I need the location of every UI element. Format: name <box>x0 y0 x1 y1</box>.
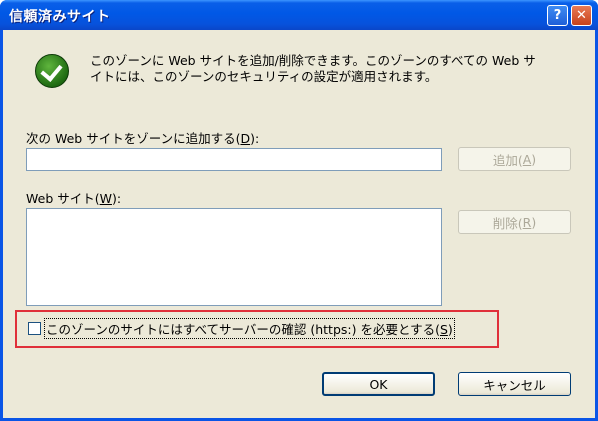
remove-button[interactable]: 削除(R) <box>458 210 571 234</box>
title-bar[interactable]: 信頼済みサイト ? ✕ <box>0 0 598 30</box>
description-line-1: このゾーンに Web サイトを追加/削除できます。このゾーンのすべての Web … <box>90 53 536 68</box>
dialog-title: 信頼済みサイト <box>9 9 111 25</box>
zone-description: このゾーンに Web サイトを追加/削除できます。このゾーンのすべての Web … <box>90 53 580 85</box>
checkmark-icon <box>35 54 69 88</box>
websites-label: Web サイト(W): <box>26 191 122 206</box>
close-icon: ✕ <box>576 8 587 23</box>
add-site-input[interactable] <box>26 148 442 171</box>
cancel-button[interactable]: キャンセル <box>458 372 571 396</box>
https-checkbox[interactable] <box>28 322 41 335</box>
add-site-label: 次の Web サイトをゾーンに追加する(D): <box>26 131 260 146</box>
add-button[interactable]: 追加(A) <box>458 147 571 171</box>
ok-button[interactable]: OK <box>322 372 435 396</box>
close-button[interactable]: ✕ <box>571 5 592 26</box>
help-button[interactable]: ? <box>547 5 568 26</box>
https-checkbox-label[interactable]: このゾーンのサイトにはすべてサーバーの確認 (https:) を必要とする(S) <box>44 318 455 339</box>
websites-list[interactable] <box>26 208 442 306</box>
help-icon: ? <box>553 8 562 23</box>
description-line-2: イトには、このゾーンのセキュリティの設定が適用されます。 <box>90 69 438 84</box>
